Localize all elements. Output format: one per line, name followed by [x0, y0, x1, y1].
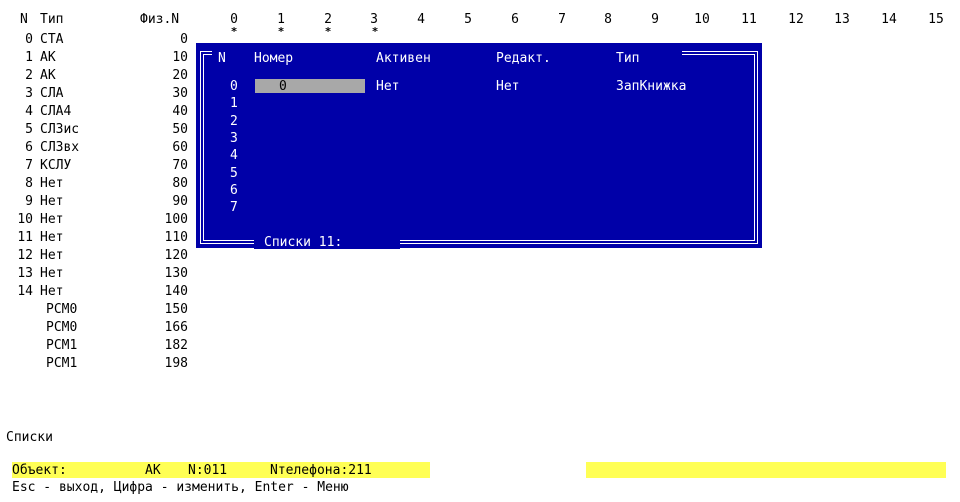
row-number: 10: [17, 212, 33, 227]
dialog-col-type: Тип: [616, 51, 640, 66]
row-phys-number: 120: [164, 248, 188, 263]
header-type-label: Тип: [40, 12, 64, 27]
help-line: Esc - выход, Цифра - изменить, Enter - М…: [12, 480, 349, 495]
row-number: 11: [17, 230, 33, 245]
row0-edit-value[interactable]: Нет: [496, 80, 519, 93]
row-number: 7: [25, 158, 33, 173]
dialog-row-index: 6: [230, 183, 238, 198]
row-type: СЛЗис: [40, 122, 80, 137]
row-type: РСМ1: [46, 356, 78, 371]
row-type: КСЛУ: [40, 158, 72, 173]
row-phys-number: 130: [164, 266, 188, 281]
row-phys-number: 90: [172, 194, 188, 209]
column-3-star: *: [371, 25, 379, 38]
dialog-row-index: 0: [230, 79, 238, 94]
row-number: 4: [25, 104, 33, 119]
lists-dialog[interactable]: N Номер Активен Редакт. Тип 0 1 2 3 4 5 6 7 0 Н…: [196, 43, 762, 250]
row-type: Нет: [40, 284, 64, 299]
row-phys-number: 110: [164, 230, 188, 245]
row-type: Нет: [40, 248, 64, 263]
status-object-value: АК: [145, 463, 161, 478]
row-phys-number: 20: [172, 68, 188, 83]
row-phys-number: 40: [172, 104, 188, 119]
column-header-15: 15: [928, 12, 944, 27]
row0-active-value[interactable]: Нет: [376, 80, 399, 93]
number-input-value: 0: [279, 79, 287, 94]
status-n-value: N:011: [188, 463, 228, 478]
row-type: АК: [40, 68, 56, 83]
row-number: 5: [25, 122, 33, 137]
column-1-star: *: [277, 25, 285, 38]
column-2-star: *: [324, 25, 332, 38]
row-phys-number: 140: [164, 284, 188, 299]
section-label: Списки: [6, 430, 53, 445]
dialog-row-index: 2: [230, 114, 238, 129]
status-bar-right: [586, 462, 946, 478]
row-phys-number: 0: [180, 32, 188, 47]
row-type: РСМ1: [46, 338, 78, 353]
column-header-8: 8: [604, 12, 612, 27]
column-0-star: *: [230, 25, 238, 38]
row-type: АК: [40, 50, 56, 65]
dialog-col-n: N: [218, 51, 226, 66]
row-phys-number: 50: [172, 122, 188, 137]
row-phys-number: 60: [172, 140, 188, 155]
row-type: Нет: [40, 212, 64, 227]
row-type: СЛЗвх: [40, 140, 80, 155]
row-type: СЛА4: [40, 104, 72, 119]
column-header-12: 12: [788, 12, 804, 27]
column-header-4: 4: [417, 12, 425, 27]
row-phys-number: 166: [164, 320, 188, 335]
column-header-13: 13: [834, 12, 850, 27]
column-header-14: 14: [881, 12, 897, 27]
row-number: 14: [17, 284, 33, 299]
row-phys-number: 198: [164, 356, 188, 371]
dialog-col-number: Номер: [254, 51, 294, 66]
row-phys-number: 100: [164, 212, 188, 227]
row-number: 12: [17, 248, 33, 263]
row-number: 2: [25, 68, 33, 83]
column-header-10: 10: [694, 12, 710, 27]
row-number: 3: [25, 86, 33, 101]
dialog-row-index: 4: [230, 148, 238, 163]
row-type: Нет: [40, 230, 64, 245]
row-number: 6: [25, 140, 33, 155]
status-phone-value: Nтелефона:211: [270, 463, 372, 478]
dialog-footer-title: Списки 11:: [264, 235, 343, 250]
row-type: Нет: [40, 194, 64, 209]
row-type: СТА: [40, 32, 64, 47]
column-header-7: 7: [558, 12, 566, 27]
dialog-row-index: 5: [230, 166, 238, 181]
header-n-label: N: [20, 12, 28, 27]
row0-type-value[interactable]: ЗапКнижка: [616, 80, 686, 93]
column-header-11: 11: [741, 12, 757, 27]
column-header-9: 9: [651, 12, 659, 27]
row-number: 1: [25, 50, 33, 65]
row-number: 9: [25, 194, 33, 209]
row-phys-number: 150: [164, 302, 188, 317]
row-phys-number: 30: [172, 86, 188, 101]
row-number: 0: [25, 32, 33, 47]
row-type: РСМ0: [46, 302, 78, 317]
row-number: 8: [25, 176, 33, 191]
number-input[interactable]: 0: [255, 79, 365, 93]
dialog-col-edit: Редакт.: [496, 51, 551, 66]
dialog-row-index: 1: [230, 96, 238, 111]
column-header-6: 6: [511, 12, 519, 27]
row-phys-number: 80: [172, 176, 188, 191]
status-object-label: Объект:: [12, 463, 67, 478]
row-type: Нет: [40, 176, 64, 191]
header-phys-label: Физ.N: [140, 12, 180, 27]
row-type: РСМ0: [46, 320, 78, 335]
dialog-row-index: 7: [230, 200, 238, 215]
row-type: СЛА: [40, 86, 64, 101]
row-phys-number: 10: [172, 50, 188, 65]
dialog-row-index: 3: [230, 131, 238, 146]
row-number: 13: [17, 266, 33, 281]
dialog-col-active: Активен: [376, 51, 431, 66]
row-type: Нет: [40, 266, 64, 281]
row-phys-number: 182: [164, 338, 188, 353]
row-phys-number: 70: [172, 158, 188, 173]
column-header-5: 5: [464, 12, 472, 27]
